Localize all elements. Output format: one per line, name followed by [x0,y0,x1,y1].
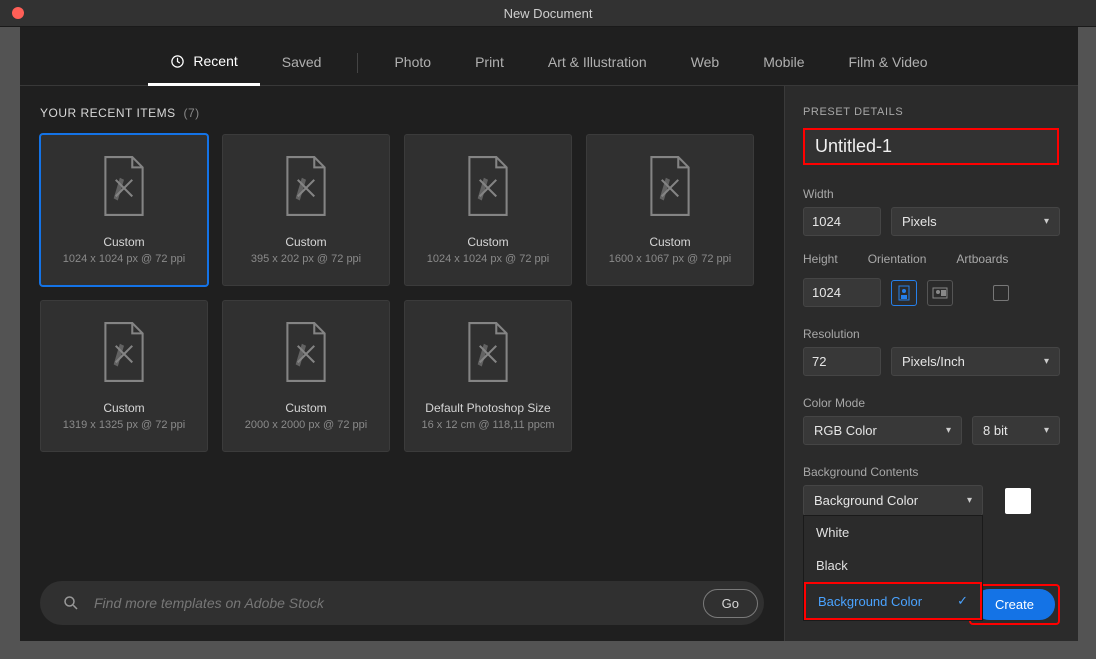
document-icon [98,155,150,217]
height-label: Height [803,252,838,266]
document-icon [280,155,332,217]
preset-card-detail: 1319 x 1325 px @ 72 ppi [63,419,185,431]
new-document-dialog: Recent Saved Photo Print Art & Illustrat… [20,27,1078,641]
tab-recent-label: Recent [193,53,237,69]
recent-heading: YOUR RECENT ITEMS (7) [40,106,764,120]
document-icon [462,321,514,383]
preset-card-detail: 1024 x 1024 px @ 72 ppi [427,253,549,265]
orientation-label: Orientation [868,252,927,266]
bg-option-white[interactable]: White [804,516,982,549]
colormode-label: Color Mode [803,396,1060,410]
preset-card[interactable]: Custom 1600 x 1067 px @ 72 ppi [586,134,754,286]
portrait-icon [898,285,910,301]
presets-panel: YOUR RECENT ITEMS (7) Custom 1024 x 1024 … [20,86,784,641]
preset-card[interactable]: Custom 1024 x 1024 px @ 72 ppi [40,134,208,286]
tab-film[interactable]: Film & Video [826,43,949,85]
document-icon [462,155,514,217]
preset-card-name: Custom [285,401,326,415]
bitdepth-select[interactable]: 8 bit▾ [972,416,1060,445]
height-input[interactable] [803,278,881,307]
document-name-input[interactable] [803,128,1059,165]
stock-search-input[interactable] [94,595,689,611]
width-input[interactable] [803,207,881,236]
preset-card-detail: 2000 x 2000 px @ 72 ppi [245,419,367,431]
bg-option-bgcolor[interactable]: Background Color ✓ [804,582,982,620]
chevron-down-icon: ▾ [1044,216,1049,227]
preset-card-name: Custom [285,235,326,249]
preset-card[interactable]: Custom 1319 x 1325 px @ 72 ppi [40,300,208,452]
tab-mobile[interactable]: Mobile [741,43,826,85]
orientation-portrait-button[interactable] [891,280,917,306]
background-dropdown-panel: White Black Background Color ✓ [803,515,983,621]
preset-card-name: Custom [467,235,508,249]
colormode-select[interactable]: RGB Color▾ [803,416,962,445]
preset-details-panel: PRESET DETAILS Width Pixels▾ Height Orie… [784,86,1078,641]
tab-separator [357,53,358,73]
document-icon [98,321,150,383]
landscape-icon [932,287,948,299]
category-tabs: Recent Saved Photo Print Art & Illustrat… [20,27,1078,86]
width-label: Width [803,187,1060,201]
preset-card-detail: 1600 x 1067 px @ 72 ppi [609,253,731,265]
search-icon [62,594,80,612]
background-swatch[interactable] [1005,488,1031,514]
tab-art[interactable]: Art & Illustration [526,43,669,85]
preset-grid: Custom 1024 x 1024 px @ 72 ppi Custom 395 x… [40,134,764,452]
background-label: Background Contents [803,465,1060,479]
preset-card[interactable]: Custom 2000 x 2000 px @ 72 ppi [222,300,390,452]
preset-card[interactable]: Default Photoshop Size 16 x 12 cm @ 118,1… [404,300,572,452]
artboards-checkbox[interactable] [993,285,1009,301]
preset-card-name: Custom [103,401,144,415]
preset-card[interactable]: Custom 395 x 202 px @ 72 ppi [222,134,390,286]
tab-web[interactable]: Web [669,43,742,85]
preset-card[interactable]: Custom 1024 x 1024 px @ 72 ppi [404,134,572,286]
width-unit-select[interactable]: Pixels▾ [891,207,1060,236]
tab-saved[interactable]: Saved [260,43,344,85]
preset-card-detail: 395 x 202 px @ 72 ppi [251,253,361,265]
titlebar: New Document [0,0,1096,27]
window-close-dot[interactable] [12,7,24,19]
stock-search: Go [40,581,764,625]
resolution-label: Resolution [803,327,1060,341]
chevron-down-icon: ▾ [1044,425,1049,436]
preset-details-heading: PRESET DETAILS [803,106,1060,118]
preset-card-detail: 1024 x 1024 px @ 72 ppi [63,253,185,265]
artboards-label: Artboards [956,252,1008,266]
orientation-landscape-button[interactable] [927,280,953,306]
chevron-down-icon: ▾ [967,495,972,506]
background-select[interactable]: Background Color▾ [803,485,983,516]
preset-card-name: Custom [649,235,690,249]
preset-card-name: Custom [103,235,144,249]
check-icon: ✓ [957,593,968,609]
clock-icon [170,54,185,69]
chevron-down-icon: ▾ [1044,356,1049,367]
create-button[interactable]: Create [974,589,1055,620]
resolution-unit-select[interactable]: Pixels/Inch▾ [891,347,1060,376]
chevron-down-icon: ▾ [946,425,951,436]
resolution-input[interactable] [803,347,881,376]
window-title: New Document [0,6,1096,21]
preset-card-detail: 16 x 12 cm @ 118,11 ppcm [421,419,554,431]
tab-recent[interactable]: Recent [148,43,259,86]
document-icon [280,321,332,383]
preset-card-name: Default Photoshop Size [425,401,550,415]
stock-go-button[interactable]: Go [703,589,758,618]
bg-option-black[interactable]: Black [804,549,982,582]
tab-photo[interactable]: Photo [372,43,453,85]
tab-print[interactable]: Print [453,43,526,85]
document-icon [644,155,696,217]
